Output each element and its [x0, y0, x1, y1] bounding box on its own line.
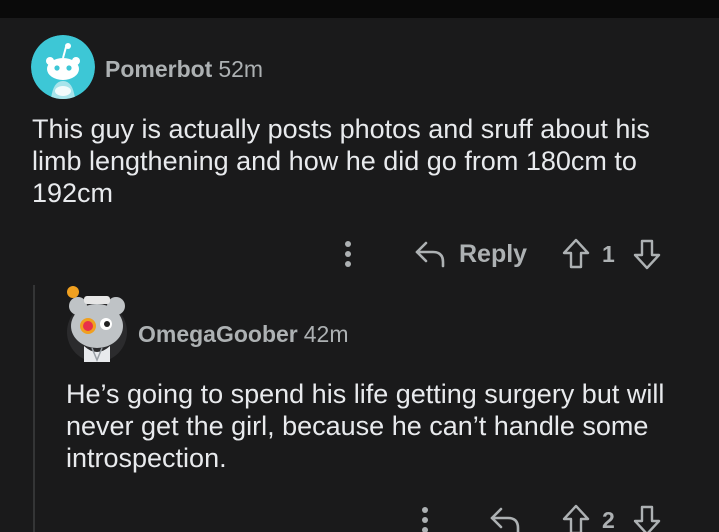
- upvote-arrow-icon: [562, 238, 590, 269]
- avatar[interactable]: [66, 286, 128, 362]
- top-bar: [0, 0, 719, 18]
- comment-time: 42m: [303, 321, 349, 347]
- more-options-button[interactable]: [337, 234, 359, 274]
- reply-button[interactable]: [488, 502, 522, 532]
- comment-actions: 2: [0, 500, 719, 532]
- avatar[interactable]: [31, 35, 95, 99]
- comment-body: He’s going to spend his life getting sur…: [66, 379, 665, 473]
- more-vertical-icon: [422, 507, 428, 532]
- thread-line[interactable]: [33, 285, 35, 532]
- reply-button[interactable]: Reply: [413, 234, 527, 274]
- upvote-button[interactable]: [561, 236, 591, 272]
- downvote-arrow-icon: [633, 239, 661, 270]
- downvote-button[interactable]: [632, 236, 662, 272]
- comment-header: Pomerbot 52m: [105, 56, 263, 83]
- author-name[interactable]: Pomerbot: [105, 56, 212, 82]
- comment-time: 52m: [218, 56, 264, 82]
- downvote-button[interactable]: [632, 502, 662, 532]
- vote-count-value: 2: [602, 506, 615, 532]
- author-name[interactable]: OmegaGoober: [138, 321, 298, 347]
- comment-actions: Reply 1: [0, 234, 719, 274]
- reply-label: Reply: [459, 239, 528, 268]
- upvote-button[interactable]: [561, 502, 591, 532]
- vote-count-value: 1: [602, 240, 615, 267]
- reply-arrow-icon: [415, 241, 445, 268]
- more-vertical-icon: [345, 241, 351, 267]
- snoo-avatar-icon: [31, 35, 95, 99]
- comment-header: OmegaGoober 42m: [138, 321, 349, 348]
- vote-count: 1: [602, 236, 615, 272]
- upvote-arrow-icon: [562, 504, 590, 532]
- custom-avatar-icon: [67, 286, 127, 362]
- vote-count: 2: [602, 502, 615, 532]
- downvote-arrow-icon: [633, 505, 661, 532]
- comment-body: This guy is actually posts photos and sr…: [32, 114, 650, 208]
- reply-arrow-icon: [490, 507, 520, 532]
- more-options-button[interactable]: [414, 500, 436, 532]
